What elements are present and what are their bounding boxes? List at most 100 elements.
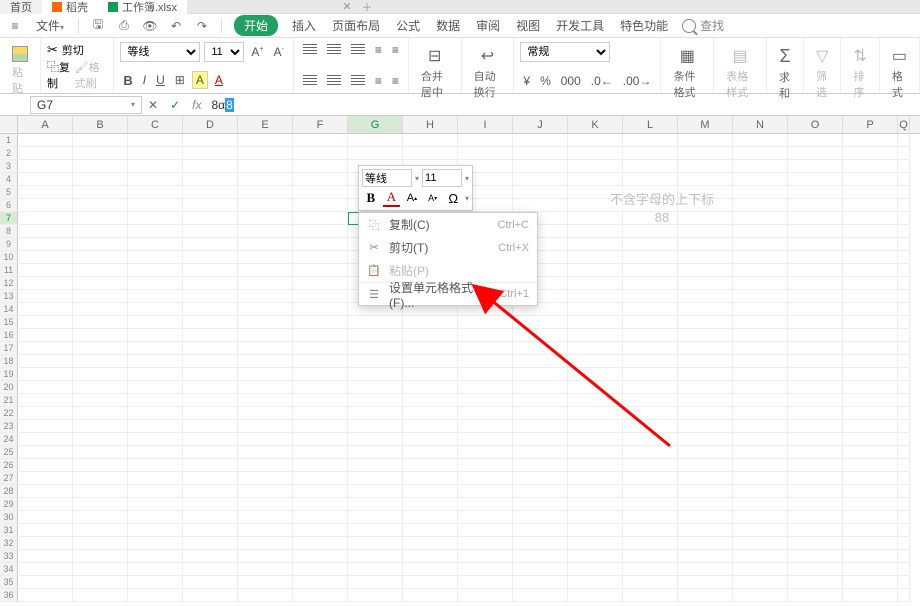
cell-J35[interactable] xyxy=(513,576,568,589)
cell-H26[interactable] xyxy=(403,459,458,472)
cell-P15[interactable] xyxy=(843,316,898,329)
cell-D11[interactable] xyxy=(183,264,238,277)
row-header-5[interactable]: 5 xyxy=(0,186,18,199)
cell-B28[interactable] xyxy=(73,485,128,498)
cell-A15[interactable] xyxy=(18,316,73,329)
cell-L17[interactable] xyxy=(623,342,678,355)
cell-L16[interactable] xyxy=(623,329,678,342)
cell-A2[interactable] xyxy=(18,147,73,160)
cell-H35[interactable] xyxy=(403,576,458,589)
dec-dec-button[interactable]: .00→ xyxy=(620,73,655,89)
filter-button[interactable]: ▽筛选 xyxy=(810,42,834,104)
cell-O31[interactable] xyxy=(788,524,843,537)
italic-button[interactable]: I xyxy=(140,72,149,88)
cell-D18[interactable] xyxy=(183,355,238,368)
cell-E21[interactable] xyxy=(238,394,293,407)
cell-D7[interactable] xyxy=(183,212,238,225)
cell-E31[interactable] xyxy=(238,524,293,537)
cell-Q11[interactable] xyxy=(898,264,910,277)
col-header-D[interactable]: D xyxy=(183,116,238,133)
cell-M23[interactable] xyxy=(678,420,733,433)
cell-G18[interactable] xyxy=(348,355,403,368)
cell-F4[interactable] xyxy=(293,173,348,186)
cell-L34[interactable] xyxy=(623,563,678,576)
cell-N19[interactable] xyxy=(733,368,788,381)
cell-J33[interactable] xyxy=(513,550,568,563)
cell-N15[interactable] xyxy=(733,316,788,329)
cell-B18[interactable] xyxy=(73,355,128,368)
col-header-L[interactable]: L xyxy=(623,116,678,133)
cell-K19[interactable] xyxy=(568,368,623,381)
cell-O18[interactable] xyxy=(788,355,843,368)
col-header-P[interactable]: P xyxy=(843,116,898,133)
cell-P16[interactable] xyxy=(843,329,898,342)
cell-F6[interactable] xyxy=(293,199,348,212)
cell-Q10[interactable] xyxy=(898,251,910,264)
cell-Q29[interactable] xyxy=(898,498,910,511)
cell-K17[interactable] xyxy=(568,342,623,355)
row-header-6[interactable]: 6 xyxy=(0,199,18,212)
cell-E14[interactable] xyxy=(238,303,293,316)
cell-B34[interactable] xyxy=(73,563,128,576)
cell-J18[interactable] xyxy=(513,355,568,368)
cell-L27[interactable] xyxy=(623,472,678,485)
dec-inc-button[interactable]: .0← xyxy=(588,73,616,89)
col-header-H[interactable]: H xyxy=(403,116,458,133)
cell-G2[interactable] xyxy=(348,147,403,160)
cell-O22[interactable] xyxy=(788,407,843,420)
cell-I15[interactable] xyxy=(458,316,513,329)
menu-kaishi[interactable]: 开始 xyxy=(234,15,278,36)
mini-font-name-drop[interactable]: ▾ xyxy=(415,174,419,183)
cell-C15[interactable] xyxy=(128,316,183,329)
cell-H31[interactable] xyxy=(403,524,458,537)
cell-N25[interactable] xyxy=(733,446,788,459)
cell-C16[interactable] xyxy=(128,329,183,342)
cell-C30[interactable] xyxy=(128,511,183,524)
cell-L10[interactable] xyxy=(623,251,678,264)
mini-symbol-drop[interactable]: ▾ xyxy=(465,194,469,203)
qat-redo-icon[interactable]: ↷ xyxy=(195,19,209,33)
cell-I28[interactable] xyxy=(458,485,513,498)
cell-A6[interactable] xyxy=(18,199,73,212)
cell-O20[interactable] xyxy=(788,381,843,394)
cm-cut[interactable]: ✂ 剪切(T) Ctrl+X xyxy=(359,236,537,259)
cell-C34[interactable] xyxy=(128,563,183,576)
cell-I19[interactable] xyxy=(458,368,513,381)
cell-M21[interactable] xyxy=(678,394,733,407)
cell-L12[interactable] xyxy=(623,277,678,290)
cell-O4[interactable] xyxy=(788,173,843,186)
cell-K36[interactable] xyxy=(568,589,623,602)
cell-Q27[interactable] xyxy=(898,472,910,485)
cell-M27[interactable] xyxy=(678,472,733,485)
cell-G31[interactable] xyxy=(348,524,403,537)
cell-P6[interactable] xyxy=(843,199,898,212)
menu-gongshi[interactable]: 公式 xyxy=(394,17,422,34)
cell-M18[interactable] xyxy=(678,355,733,368)
cell-I24[interactable] xyxy=(458,433,513,446)
cell-I30[interactable] xyxy=(458,511,513,524)
cell-I21[interactable] xyxy=(458,394,513,407)
cell-J28[interactable] xyxy=(513,485,568,498)
cell-N34[interactable] xyxy=(733,563,788,576)
cell-L26[interactable] xyxy=(623,459,678,472)
cell-K16[interactable] xyxy=(568,329,623,342)
cell-J31[interactable] xyxy=(513,524,568,537)
cell-E8[interactable] xyxy=(238,225,293,238)
cell-J3[interactable] xyxy=(513,160,568,173)
cell-A33[interactable] xyxy=(18,550,73,563)
cell-G23[interactable] xyxy=(348,420,403,433)
cell-K9[interactable] xyxy=(568,238,623,251)
cell-D33[interactable] xyxy=(183,550,238,563)
cell-I18[interactable] xyxy=(458,355,513,368)
cell-D15[interactable] xyxy=(183,316,238,329)
cell-A5[interactable] xyxy=(18,186,73,199)
cell-K35[interactable] xyxy=(568,576,623,589)
cell-P13[interactable] xyxy=(843,290,898,303)
cell-F5[interactable] xyxy=(293,186,348,199)
cell-L22[interactable] xyxy=(623,407,678,420)
cell-B17[interactable] xyxy=(73,342,128,355)
cell-M24[interactable] xyxy=(678,433,733,446)
cell-E1[interactable] xyxy=(238,134,293,147)
format-button[interactable]: ▭格式 xyxy=(886,42,913,104)
cell-P1[interactable] xyxy=(843,134,898,147)
